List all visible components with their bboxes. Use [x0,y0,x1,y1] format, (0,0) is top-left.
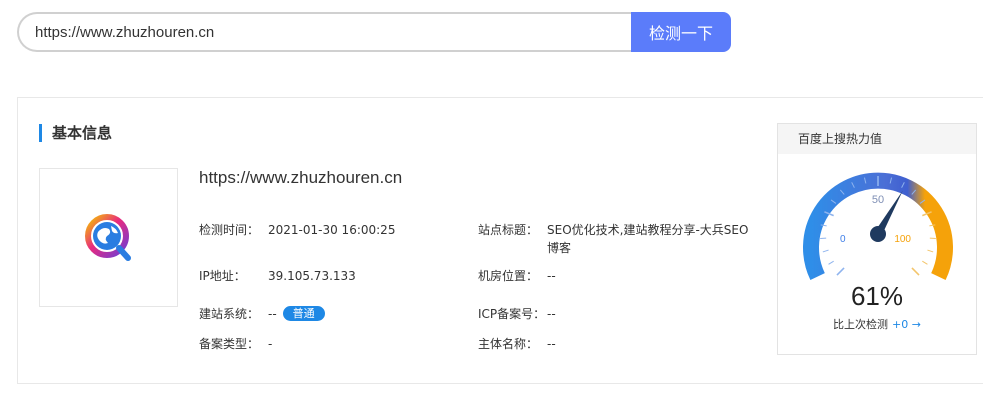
heat-percent: 61% [850,281,904,311]
owner-value: -- [547,337,556,351]
site-title-value: SEO优化技术,建站教程分享-大兵SEO 博客 [547,221,748,257]
site-url[interactable]: https://www.zhuzhouren.cn [199,168,402,188]
check-time-label: 检测时间： [199,223,260,237]
globe-q-logo-icon [84,213,131,261]
icp-value: -- [547,307,556,321]
cms-value: -- [268,307,277,321]
location-value: -- [547,269,556,283]
ip-value: 39.105.73.133 [268,269,356,283]
record-type-label: 备案类型： [199,337,260,351]
gauge-tick [911,267,920,276]
check-button[interactable]: 检测一下 [631,12,731,52]
heat-compare: 比上次检测 +0 → [778,316,976,332]
owner-label: 主体名称： [478,337,539,351]
heat-title: 百度上搜热力值 [778,124,976,154]
site-title-label: 站点标题： [478,223,539,237]
cms-badge: 普通 [282,306,325,321]
url-input[interactable] [17,12,633,52]
icp-label: ICP备案号： [478,307,546,321]
site-title-line1: SEO优化技术,建站教程分享-大兵SEO [547,223,749,237]
search-bar: 检测一下 [17,12,731,52]
gauge-tick [828,260,834,265]
record-type-value: - [268,337,273,351]
heat-gauge: 0 50 100 [803,172,953,281]
site-title-line2: 博客 [547,241,572,255]
gauge-tick [836,267,845,276]
ip-label: IP地址： [199,269,246,283]
cms-value-wrap: -- 普通 [268,305,325,323]
basic-info-panel: 基本信息 https://www.zhuzhouren.cn 检测时间： 202… [17,97,983,384]
gauge-min-label: 0 [840,234,846,245]
check-time-value: 2021-01-30 16:00:25 [268,223,396,237]
gauge-tick [822,249,829,253]
needle-hub [870,226,886,242]
gauge-tick [922,260,928,265]
heat-value-card: 百度上搜热力值 0 50 100 61% 比上次检测 +0 → [777,123,977,355]
cms-label: 建站系统： [199,307,260,321]
gauge-tick [927,249,934,253]
location-label: 机房位置： [478,269,539,283]
heat-compare-delta: +0 → [892,318,921,331]
heat-compare-label: 比上次检测 [833,318,889,331]
site-logo [39,168,178,307]
gauge-max-label: 100 [894,234,911,245]
gauge-mid-label: 50 [872,194,884,206]
section-title: 基本信息 [39,124,112,142]
